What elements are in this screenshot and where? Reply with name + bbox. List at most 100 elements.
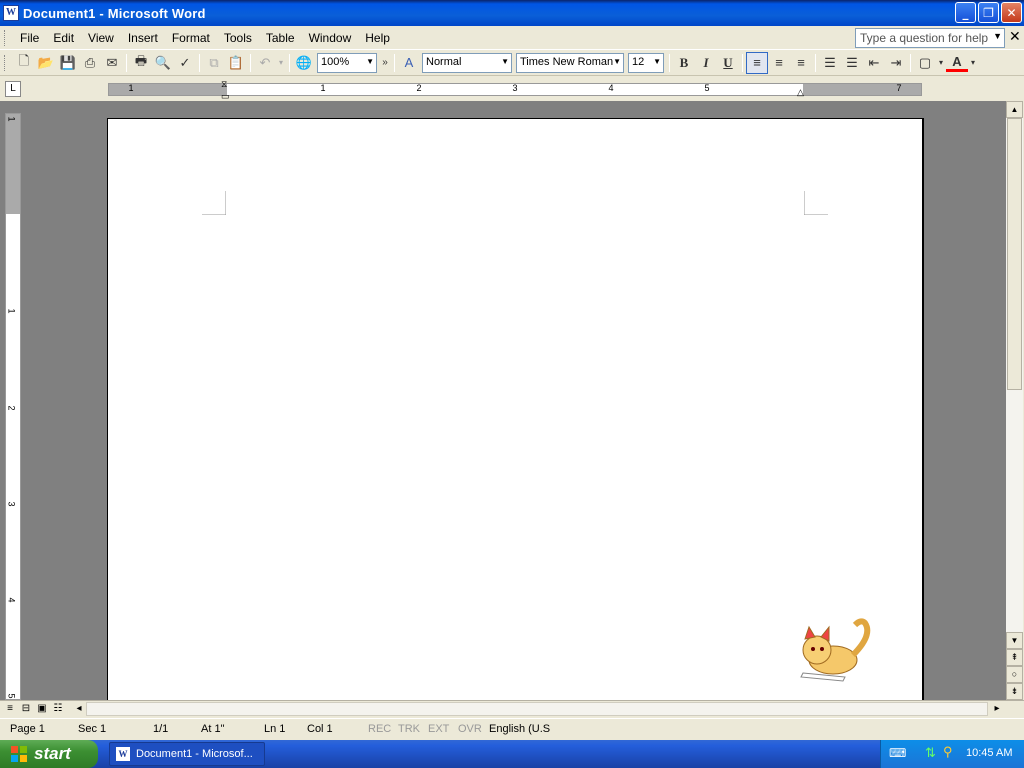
office-assistant-cat-icon[interactable] bbox=[795, 615, 880, 685]
start-button[interactable]: start bbox=[0, 740, 98, 768]
ruler-number: 3 bbox=[512, 83, 518, 93]
web-layout-view-icon[interactable]: ⊟ bbox=[19, 702, 33, 716]
vruler-number: 2 bbox=[6, 405, 17, 411]
zoom-select[interactable]: 100% ▼ bbox=[317, 52, 377, 73]
restore-button[interactable]: ❐ bbox=[978, 2, 999, 23]
borders-dropdown-icon[interactable]: ▾ bbox=[936, 52, 946, 74]
underline-button[interactable]: U bbox=[717, 52, 739, 74]
select-browse-object-icon[interactable]: ○ bbox=[1006, 666, 1023, 683]
numbering-icon[interactable]: ☰ bbox=[819, 52, 841, 74]
scroll-right-icon[interactable]: ▸ bbox=[990, 702, 1004, 716]
print-preview-icon[interactable]: 🔍 bbox=[152, 52, 174, 74]
toolbar-separator bbox=[394, 53, 395, 72]
vruler-number: 1 bbox=[6, 308, 17, 314]
undo-icon[interactable]: ↶ bbox=[254, 52, 276, 74]
scroll-left-icon[interactable]: ◂ bbox=[72, 702, 86, 716]
style-select[interactable]: Normal ▼ bbox=[422, 52, 512, 73]
toolbar-separator bbox=[815, 53, 816, 72]
normal-view-icon[interactable]: ≡ bbox=[3, 702, 17, 716]
scroll-up-icon[interactable]: ▲ bbox=[1006, 101, 1023, 118]
save-icon[interactable]: 💾 bbox=[57, 52, 79, 74]
paste-icon[interactable]: 📋 bbox=[225, 52, 247, 74]
right-indent-marker[interactable]: △ bbox=[797, 87, 804, 98]
chevron-down-icon: ▼ bbox=[613, 56, 621, 66]
font-size-value: 12 bbox=[632, 55, 645, 68]
align-left-icon[interactable]: ≡ bbox=[746, 51, 768, 74]
document-close-icon[interactable]: ✕ bbox=[1009, 29, 1021, 45]
toolbar-separator bbox=[250, 53, 251, 72]
status-page: Page 1 bbox=[10, 723, 45, 735]
styles-formatting-icon[interactable]: A bbox=[398, 52, 420, 74]
minimize-button[interactable]: _ bbox=[955, 2, 976, 23]
align-center-icon[interactable]: ≡ bbox=[768, 52, 790, 74]
style-value: Normal bbox=[426, 55, 462, 68]
bullets-icon[interactable]: ☰ bbox=[841, 52, 863, 74]
increase-indent-icon[interactable]: ⇥ bbox=[885, 52, 907, 74]
taskbar-item-label: Document1 - Microsof... bbox=[136, 748, 253, 760]
help-search-input[interactable]: Type a question for help ▼ bbox=[855, 28, 1005, 48]
borders-icon[interactable]: ▢ bbox=[914, 52, 936, 74]
scroll-down-icon[interactable]: ▼ bbox=[1006, 632, 1023, 649]
menu-help[interactable]: Help bbox=[358, 31, 397, 45]
email-icon[interactable]: ✉ bbox=[101, 52, 123, 74]
toolbar-separator bbox=[669, 53, 670, 72]
toolbar-separator bbox=[199, 53, 200, 72]
web-globe-icon[interactable]: 🌐 bbox=[293, 52, 315, 74]
horizontal-scrollbar[interactable]: ≡ ⊟ ▣ ☷ ◂ ▸ bbox=[0, 700, 1024, 717]
word-icon[interactable]: W bbox=[3, 5, 19, 21]
align-right-icon[interactable]: ≡ bbox=[790, 52, 812, 74]
chevron-down-icon[interactable]: ▼ bbox=[993, 31, 1002, 41]
status-ovr[interactable]: OVR bbox=[458, 723, 482, 735]
menu-format[interactable]: Format bbox=[165, 31, 217, 45]
taskbar-item-document1[interactable]: W Document1 - Microsof... bbox=[109, 742, 265, 766]
outline-view-icon[interactable]: ☷ bbox=[51, 702, 65, 716]
vertical-scrollbar[interactable]: ▲ ▼ ⇞ ○ ⇟ bbox=[1006, 101, 1023, 701]
open-folder-icon[interactable]: 📂 bbox=[35, 52, 57, 74]
permission-icon[interactable]: ⎙ bbox=[79, 52, 101, 74]
vruler-number: 3 bbox=[6, 501, 17, 507]
font-color-dropdown-icon[interactable]: ▾ bbox=[968, 52, 978, 74]
toolbar-options-icon[interactable]: » bbox=[379, 52, 391, 74]
bold-button[interactable]: B bbox=[673, 52, 695, 74]
menu-file[interactable]: File bbox=[13, 31, 46, 45]
print-icon[interactable]: 🖶 bbox=[130, 52, 152, 74]
toolbar-separator bbox=[742, 53, 743, 72]
scroll-thumb[interactable] bbox=[1007, 118, 1022, 390]
font-color-icon[interactable]: A bbox=[946, 54, 968, 72]
menu-tools[interactable]: Tools bbox=[217, 31, 259, 45]
tab-selector-button[interactable]: L bbox=[5, 81, 21, 97]
first-line-indent-marker[interactable]: ⧖ bbox=[221, 79, 227, 90]
status-ext[interactable]: EXT bbox=[428, 723, 449, 735]
window-title: Document1 - Microsoft Word bbox=[23, 5, 206, 21]
status-trk[interactable]: TRK bbox=[398, 723, 420, 735]
font-select[interactable]: Times New Roman ▼ bbox=[516, 52, 624, 73]
close-button[interactable]: ✕ bbox=[1001, 2, 1022, 23]
keyboard-icon[interactable]: ⌨ bbox=[889, 746, 906, 760]
previous-page-icon[interactable]: ⇞ bbox=[1006, 649, 1023, 666]
status-column: Col 1 bbox=[307, 723, 333, 735]
undo-dropdown-icon[interactable]: ▾ bbox=[276, 52, 286, 74]
menu-window[interactable]: Window bbox=[302, 31, 359, 45]
copy-icon[interactable]: ⧉ bbox=[203, 52, 225, 74]
italic-button[interactable]: I bbox=[695, 52, 717, 74]
clock[interactable]: 10:45 AM bbox=[966, 747, 1012, 759]
spelling-icon[interactable]: ✓ bbox=[174, 52, 196, 74]
status-bar: Page 1 Sec 1 1/1 At 1" Ln 1 Col 1 REC TR… bbox=[0, 718, 1024, 740]
menu-edit[interactable]: Edit bbox=[46, 31, 81, 45]
network-icon[interactable]: ⇅ bbox=[925, 745, 936, 761]
new-document-icon[interactable]: 🗋 bbox=[13, 52, 35, 74]
horizontal-scroll-track[interactable] bbox=[86, 702, 988, 716]
decrease-indent-icon[interactable]: ⇤ bbox=[863, 52, 885, 74]
status-rec[interactable]: REC bbox=[368, 723, 391, 735]
print-layout-view-icon[interactable]: ▣ bbox=[35, 702, 49, 716]
menu-table[interactable]: Table bbox=[259, 31, 302, 45]
search-icon[interactable]: ⚲ bbox=[943, 744, 953, 760]
font-size-select[interactable]: 12 ▼ bbox=[628, 52, 664, 73]
menu-insert[interactable]: Insert bbox=[121, 31, 165, 45]
vruler-number: 4 bbox=[6, 597, 17, 603]
vertical-ruler[interactable]: 1 1 2 3 4 5 bbox=[5, 113, 21, 700]
ruler-number: 1 bbox=[128, 83, 134, 93]
formatting-toolbar: 🗋 📂 💾 ⎙ ✉ 🖶 🔍 ✓ ⧉ 📋 ↶ ▾ 🌐 100% ▼ » A Nor… bbox=[0, 50, 1024, 76]
menu-view[interactable]: View bbox=[81, 31, 121, 45]
next-page-icon[interactable]: ⇟ bbox=[1006, 683, 1023, 700]
